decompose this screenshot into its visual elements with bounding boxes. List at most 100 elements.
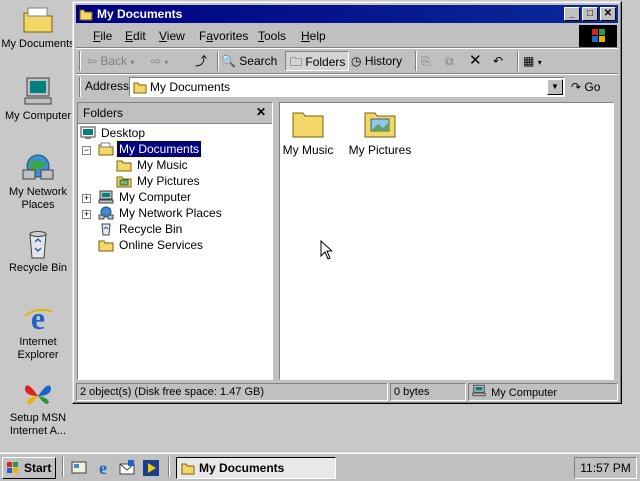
maximize-button[interactable]: □ xyxy=(582,7,598,21)
go-label: Go xyxy=(584,80,601,94)
search-label: Search xyxy=(239,54,278,68)
search-icon: 🔍 xyxy=(221,54,236,68)
taskbar-button-label: My Documents xyxy=(199,461,285,475)
menu-view[interactable]: View xyxy=(159,29,185,43)
desktop-icon-label: My Network Places xyxy=(8,186,68,211)
desktop-icon-label: Setup MSN Internet A... xyxy=(9,412,67,437)
tree-item-label: My Network Places xyxy=(119,206,222,220)
status-zone: My Computer xyxy=(468,383,618,401)
up-button[interactable]: ⤴ xyxy=(189,51,213,71)
window-title: My Documents xyxy=(97,7,183,21)
maximize-icon: □ xyxy=(586,8,594,19)
toolbar-separator xyxy=(217,51,219,71)
menu-help[interactable]: Help xyxy=(301,29,326,43)
chevron-down-icon: ▾ xyxy=(164,58,169,67)
delete-button[interactable]: ✕ xyxy=(469,51,489,71)
content-item-label: My Music xyxy=(282,143,334,157)
clock[interactable]: 11:57 PM xyxy=(580,461,630,475)
quicklaunch-internet-explorer[interactable]: e xyxy=(94,458,112,480)
tree-item-label: My Pictures xyxy=(137,174,200,188)
address-grip[interactable] xyxy=(79,77,81,97)
windows-flag-icon xyxy=(6,461,20,475)
show-desktop-icon xyxy=(70,461,88,480)
content-item-label: My Pictures xyxy=(348,143,412,157)
go-button[interactable]: ↷ Go xyxy=(571,77,611,97)
views-grid-icon: ▦ xyxy=(523,54,535,68)
folders-button[interactable]: 🗀 Folders xyxy=(285,51,349,71)
desktop-icon-my-computer[interactable]: My Computer xyxy=(0,76,76,123)
address-dropdown-button[interactable]: ▼ xyxy=(547,79,563,95)
pictures-folder-icon xyxy=(116,174,132,188)
menu-edit[interactable]: Edit xyxy=(125,29,146,43)
msn-butterfly-icon xyxy=(21,378,55,410)
tree-item-label: Desktop xyxy=(101,126,146,140)
folders-pane-close-icon[interactable]: ✕ xyxy=(256,105,266,119)
desktop: My Documents My Computer My Network Plac… xyxy=(0,0,640,481)
expand-toggle[interactable]: + xyxy=(82,210,91,219)
content-item-my-pictures[interactable]: My Pictures xyxy=(340,107,420,157)
title-bar[interactable]: My Documents _ □ ✕ xyxy=(76,5,618,23)
quicklaunch-outlook[interactable] xyxy=(118,459,136,477)
copy-to-icon: ⧉ xyxy=(445,54,454,68)
minimize-icon: _ xyxy=(569,8,575,19)
views-button[interactable]: ▦ ▾ xyxy=(523,51,551,71)
recycle-bin-icon xyxy=(98,222,114,236)
search-button[interactable]: 🔍 Search xyxy=(221,51,283,71)
windows-logo xyxy=(579,25,617,47)
delete-x-icon: ✕ xyxy=(469,52,482,69)
up-folder-icon: ⤴ xyxy=(194,54,207,68)
status-bar: 2 object(s) (Disk free space: 1.47 GB) 0… xyxy=(76,383,618,401)
copy-to-button[interactable]: ⧉ xyxy=(445,51,465,71)
desktop-icon-internet-explorer[interactable]: e Internet Explorer xyxy=(0,300,76,362)
menu-favorites[interactable]: Favorites xyxy=(199,29,248,43)
taskbar-button-my-documents[interactable]: My Documents xyxy=(176,457,336,479)
my-documents-folder-icon xyxy=(181,461,195,475)
move-to-button[interactable]: ⎘ xyxy=(421,51,441,71)
computer-icon xyxy=(98,190,114,204)
my-documents-folder-icon xyxy=(98,142,114,156)
chevron-down-icon: ▼ xyxy=(551,82,559,91)
folder-icon xyxy=(98,238,114,252)
content-item-my-music[interactable]: My Music xyxy=(268,107,348,157)
close-button[interactable]: ✕ xyxy=(600,7,616,21)
desktop-icon-my-documents[interactable]: My Documents xyxy=(0,4,76,51)
network-icon xyxy=(98,206,114,220)
desktop-icon-msn[interactable]: Setup MSN Internet A... xyxy=(0,378,76,438)
history-button[interactable]: ◷ History xyxy=(351,51,413,71)
menu-tools[interactable]: Tools xyxy=(258,29,286,43)
history-clock-icon: ◷ xyxy=(351,54,362,68)
quicklaunch-media-player[interactable] xyxy=(142,459,160,477)
collapse-toggle[interactable]: − xyxy=(82,146,91,155)
back-button[interactable]: ⇦ Back ▾ xyxy=(87,51,147,71)
forward-arrow-icon: ⇨ xyxy=(151,54,162,68)
desktop-icon-recycle-bin[interactable]: Recycle Bin xyxy=(0,228,76,275)
forward-button[interactable]: ⇨ ▾ xyxy=(151,51,185,71)
desktop-icon-label: Recycle Bin xyxy=(8,262,68,274)
media-player-icon xyxy=(142,460,160,480)
menu-file[interactable]: File xyxy=(93,29,112,43)
undo-button[interactable]: ↶ xyxy=(493,51,513,71)
desktop-icon-label: Internet Explorer xyxy=(17,336,59,361)
folders-icon: 🗀 xyxy=(290,55,303,69)
toolbar-grip[interactable] xyxy=(79,51,81,71)
tree-item-label: Recycle Bin xyxy=(119,222,183,236)
desktop-icon-network[interactable]: My Network Places xyxy=(0,152,76,212)
folders-label: Folders xyxy=(305,55,346,69)
chevron-down-icon: ▾ xyxy=(537,58,542,67)
internet-explorer-icon: e xyxy=(21,300,55,336)
status-size: 0 bytes xyxy=(390,383,466,401)
quicklaunch-show-desktop[interactable] xyxy=(70,459,88,477)
start-button[interactable]: Start xyxy=(2,457,56,479)
tree-item-label: My Music xyxy=(137,158,188,172)
back-arrow-icon: ⇦ xyxy=(87,54,98,68)
address-input[interactable]: My Documents ▼ xyxy=(129,77,565,97)
minimize-button[interactable]: _ xyxy=(564,7,580,21)
explorer-window: My Documents _ □ ✕ File Edit View Favori… xyxy=(72,1,622,404)
expand-toggle[interactable]: + xyxy=(82,194,91,203)
toolbar-separator xyxy=(415,51,417,71)
taskbar: Start e My Documents 11:57 PM xyxy=(0,452,640,481)
internet-explorer-icon: e xyxy=(94,458,112,480)
svg-text:e: e xyxy=(31,302,45,334)
address-value: My Documents xyxy=(150,80,231,94)
close-icon: ✕ xyxy=(603,8,613,19)
